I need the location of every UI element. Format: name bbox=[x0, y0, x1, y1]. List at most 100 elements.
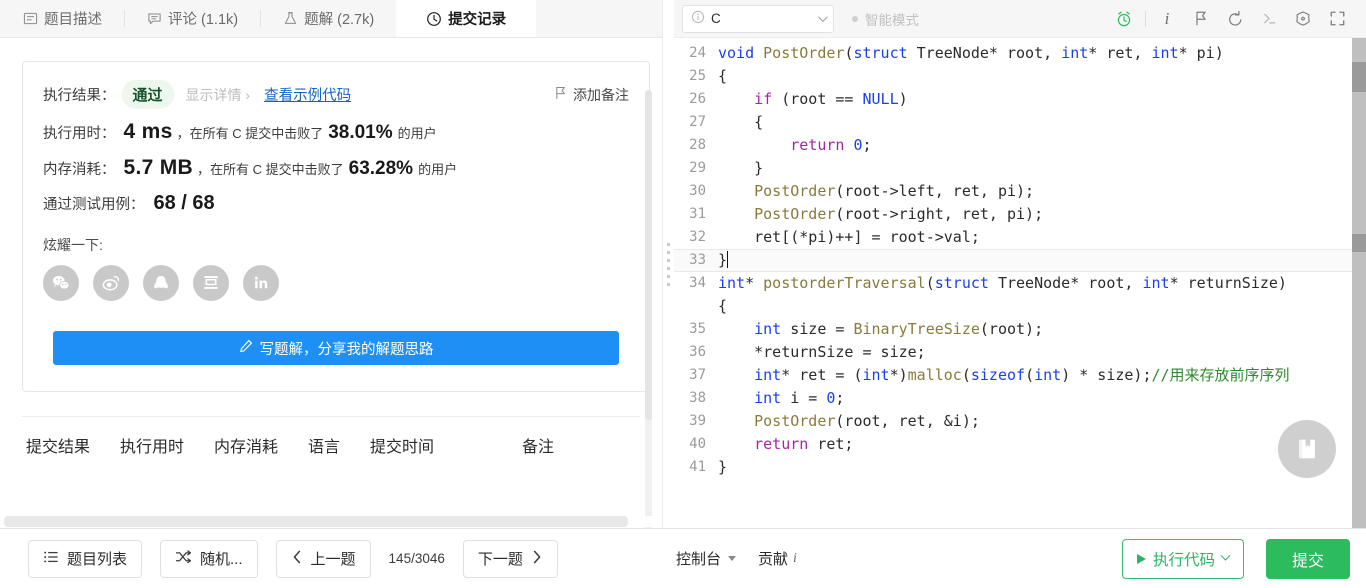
random-problem-button[interactable]: 随机... bbox=[160, 539, 258, 578]
code-line[interactable]: 28 return 0; bbox=[674, 134, 1366, 157]
run-code-button[interactable]: 执行代码 bbox=[1121, 538, 1244, 579]
column-header-language[interactable]: 语言 bbox=[308, 433, 370, 457]
fullscreen-icon[interactable] bbox=[1320, 4, 1354, 34]
code-line[interactable]: 24 void PostOrder(struct TreeNode* root, … bbox=[674, 42, 1366, 65]
code-text[interactable]: ret[(*pi)++] = root->val; bbox=[718, 226, 1366, 249]
smart-mode-toggle[interactable]: 智能模式 bbox=[852, 9, 919, 29]
code-content[interactable]: 24 void PostOrder(struct TreeNode* root, … bbox=[674, 38, 1366, 479]
submit-button[interactable]: 提交 bbox=[1265, 538, 1350, 579]
tab-submissions[interactable]: 提交记录 bbox=[396, 0, 537, 37]
code-text[interactable]: int size = BinaryTreeSize(root); bbox=[718, 318, 1366, 341]
column-header-memory[interactable]: 内存消耗 bbox=[214, 433, 308, 457]
problem-list-button[interactable]: 题目列表 bbox=[28, 539, 143, 578]
terminal-icon[interactable] bbox=[1252, 4, 1286, 34]
code-line[interactable]: 31 PostOrder(root->right, ret, pi); bbox=[674, 203, 1366, 226]
code-line[interactable]: 39 PostOrder(root, ret, &i); bbox=[674, 410, 1366, 433]
language-name: C bbox=[711, 11, 721, 26]
language-selector[interactable]: C bbox=[682, 4, 834, 33]
code-text[interactable]: } bbox=[718, 249, 1366, 272]
code-line[interactable]: 26 if (root == NULL) bbox=[674, 88, 1366, 111]
undo-icon[interactable] bbox=[1218, 4, 1252, 34]
alarm-clock-icon[interactable] bbox=[1107, 4, 1141, 34]
code-line[interactable]: 38 int i = 0; bbox=[674, 387, 1366, 410]
code-text[interactable]: PostOrder(root, ret, &i); bbox=[718, 410, 1366, 433]
code-text[interactable]: int* postorderTraversal(struct TreeNode*… bbox=[718, 272, 1366, 318]
editor-scroll-thumb-top[interactable] bbox=[1352, 62, 1366, 92]
code-line[interactable]: 25 { bbox=[674, 65, 1366, 88]
code-line[interactable]: 34 int* postorderTraversal(struct TreeNod… bbox=[674, 272, 1366, 318]
toolbar-separator bbox=[1145, 10, 1146, 27]
code-text[interactable]: if (root == NULL) bbox=[718, 88, 1366, 111]
flag-icon[interactable] bbox=[1184, 4, 1218, 34]
code-line[interactable]: 30 PostOrder(root->left, ret, pi); bbox=[674, 180, 1366, 203]
prev-problem-button[interactable]: 上一题 bbox=[275, 539, 371, 578]
editor-scroll-thumb[interactable] bbox=[1352, 234, 1366, 252]
tab-solutions[interactable]: 题解 (2.7k) bbox=[260, 0, 396, 37]
line-number: 37 bbox=[689, 367, 706, 383]
caret-down-icon bbox=[728, 556, 737, 561]
code-text[interactable]: } bbox=[718, 157, 1366, 180]
next-problem-button[interactable]: 下一题 bbox=[462, 539, 558, 578]
column-header-submit-time[interactable]: 提交时间 bbox=[370, 433, 522, 457]
wechat-icon[interactable] bbox=[43, 265, 79, 301]
info-circle-icon bbox=[691, 10, 705, 27]
code-line[interactable]: 27 { bbox=[674, 111, 1366, 134]
left-panel-horizontal-scrollbar[interactable] bbox=[4, 516, 652, 527]
code-line[interactable]: 35 int size = BinaryTreeSize(root); bbox=[674, 318, 1366, 341]
code-text[interactable]: } bbox=[718, 456, 1366, 479]
description-icon bbox=[22, 11, 38, 27]
text-cursor bbox=[727, 251, 729, 268]
code-line[interactable]: 33} bbox=[674, 249, 1366, 272]
show-detail-link[interactable]: 显示详情 › bbox=[186, 85, 251, 105]
panel-resize-handle[interactable] bbox=[662, 0, 674, 528]
code-text[interactable]: { bbox=[718, 111, 1366, 134]
code-text[interactable]: void PostOrder(struct TreeNode* root, in… bbox=[718, 42, 1366, 65]
runtime-value: 4 ms bbox=[123, 120, 173, 143]
column-header-result[interactable]: 提交结果 bbox=[26, 433, 120, 457]
add-note-button[interactable]: 添加备注 bbox=[554, 85, 629, 105]
code-line[interactable]: 37 int* ret = (int*)malloc(sizeof(int) *… bbox=[674, 364, 1366, 387]
code-text[interactable]: *returnSize = size; bbox=[718, 341, 1366, 364]
code-text[interactable]: return 0; bbox=[718, 134, 1366, 157]
left-panel-scroll-thumb[interactable] bbox=[645, 90, 652, 420]
tab-comments[interactable]: 评论 (1.1k) bbox=[124, 0, 260, 37]
code-text[interactable]: return ret; bbox=[718, 433, 1366, 456]
console-button[interactable]: 控制台 bbox=[676, 548, 737, 569]
column-header-notes[interactable]: 备注 bbox=[522, 433, 554, 457]
write-solution-button[interactable]: 写题解，分享我的解题思路 bbox=[53, 331, 619, 365]
tab-description[interactable]: 题目描述 bbox=[0, 0, 124, 37]
result-label: 执行结果： bbox=[43, 88, 116, 104]
view-sample-code-link[interactable]: 查看示例代码 bbox=[264, 84, 351, 105]
pencil-icon bbox=[239, 339, 253, 357]
douban-icon[interactable] bbox=[193, 265, 229, 301]
code-line[interactable]: 40 return ret; bbox=[674, 433, 1366, 456]
chevron-right-icon bbox=[531, 549, 543, 569]
linkedin-icon[interactable] bbox=[243, 265, 279, 301]
code-text[interactable]: { bbox=[718, 65, 1366, 88]
left-panel-hscroll-thumb[interactable] bbox=[4, 516, 628, 527]
code-line[interactable]: 41} bbox=[674, 456, 1366, 479]
code-line[interactable]: 32 ret[(*pi)++] = root->val; bbox=[674, 226, 1366, 249]
column-header-runtime[interactable]: 执行用时 bbox=[120, 433, 214, 457]
flask-icon bbox=[282, 11, 298, 27]
qq-icon[interactable] bbox=[143, 265, 179, 301]
contribute-button[interactable]: 贡献 i bbox=[758, 548, 797, 569]
code-text[interactable]: int* ret = (int*)malloc(sizeof(int) * si… bbox=[718, 364, 1366, 387]
code-text[interactable]: PostOrder(root->left, ret, pi); bbox=[718, 180, 1366, 203]
left-panel-vertical-scrollbar[interactable] bbox=[645, 90, 652, 528]
line-number: 26 bbox=[689, 91, 706, 107]
weibo-icon[interactable] bbox=[93, 265, 129, 301]
code-editor[interactable]: 24 void PostOrder(struct TreeNode* root, … bbox=[674, 38, 1366, 528]
editor-vertical-scrollbar[interactable] bbox=[1352, 38, 1366, 528]
bookmark-book-icon[interactable] bbox=[1278, 420, 1336, 478]
code-text[interactable]: int i = 0; bbox=[718, 387, 1366, 410]
code-line[interactable]: 36 *returnSize = size; bbox=[674, 341, 1366, 364]
status-dot-icon bbox=[852, 15, 858, 22]
runtime-row: 执行用时： 4 ms ，在所有 C 提交中击败了 38.01% 的用户 bbox=[43, 120, 629, 144]
code-line[interactable]: 29 } bbox=[674, 157, 1366, 180]
info-italic-icon[interactable]: i bbox=[1150, 4, 1184, 34]
line-number: 30 bbox=[689, 183, 706, 199]
settings-gear-icon[interactable] bbox=[1286, 4, 1320, 34]
code-text[interactable]: PostOrder(root->right, ret, pi); bbox=[718, 203, 1366, 226]
chevron-down-icon bbox=[817, 12, 828, 23]
